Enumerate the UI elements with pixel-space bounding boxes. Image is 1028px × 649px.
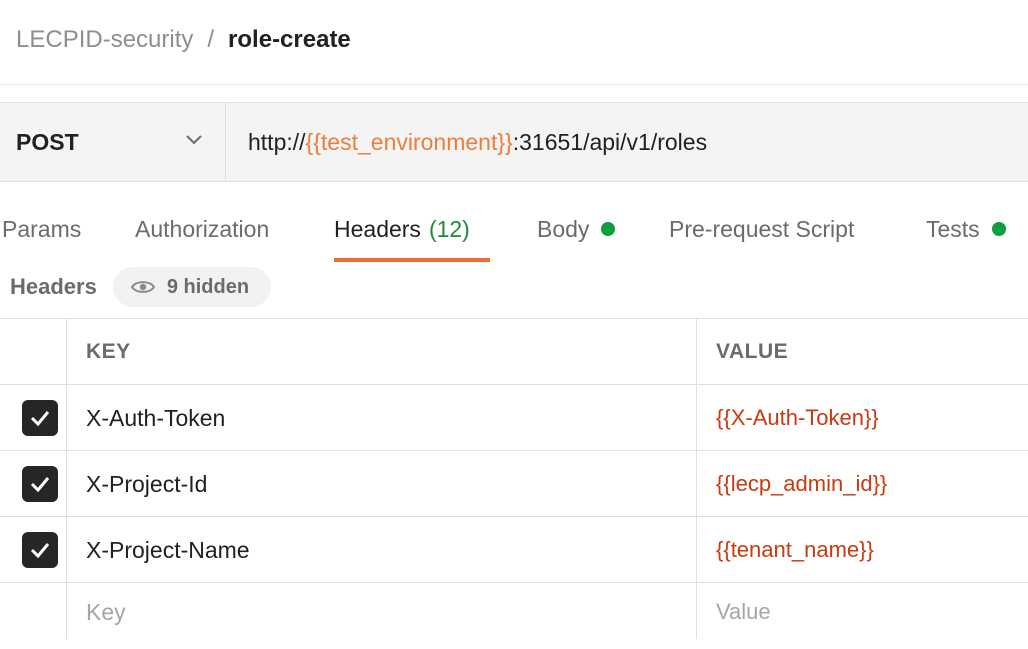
column-header-value: VALUE bbox=[716, 340, 789, 363]
header-divider bbox=[0, 84, 1028, 85]
request-name[interactable]: role-create bbox=[228, 26, 351, 54]
tab-body[interactable]: Body bbox=[537, 196, 616, 262]
table-row: X-Project-Id {{lecp_admin_id}} bbox=[0, 451, 1028, 517]
hidden-headers-toggle[interactable]: 9 hidden bbox=[112, 267, 272, 307]
row-checkbox[interactable] bbox=[22, 466, 58, 502]
url-variable: {{test_environment}} bbox=[305, 128, 513, 155]
request-bar: POST http://{{test_environment}}:31651/a… bbox=[0, 102, 1028, 182]
tab-label: Tests bbox=[926, 215, 980, 242]
active-tab-indicator bbox=[334, 258, 490, 262]
url-input[interactable]: http://{{test_environment}}:31651/api/v1… bbox=[248, 103, 707, 181]
header-value[interactable]: {{lecp_admin_id}} bbox=[716, 451, 887, 517]
tab-params[interactable]: Params bbox=[2, 196, 81, 262]
table-row: X-Project-Name {{tenant_name}} bbox=[0, 517, 1028, 583]
headers-table: KEY VALUE X-Auth-Token {{X-Auth-Token}} … bbox=[0, 318, 1028, 639]
tab-label: Authorization bbox=[135, 215, 270, 242]
url-suffix: :31651/api/v1/roles bbox=[512, 128, 708, 155]
tab-label: Params bbox=[2, 215, 82, 242]
chevron-down-icon bbox=[186, 135, 202, 145]
row-checkbox[interactable] bbox=[22, 532, 58, 568]
new-value-input[interactable]: Value bbox=[716, 579, 771, 645]
tab-authorization[interactable]: Authorization bbox=[135, 196, 269, 262]
header-value[interactable]: {{tenant_name}} bbox=[716, 517, 874, 583]
header-key[interactable]: X-Auth-Token bbox=[86, 385, 225, 451]
url-prefix: http:// bbox=[248, 128, 306, 155]
check-icon bbox=[30, 477, 50, 493]
header-key[interactable]: X-Project-Id bbox=[86, 451, 207, 517]
tab-label: Pre-request Script bbox=[669, 215, 855, 242]
header-key[interactable]: X-Project-Name bbox=[86, 517, 250, 583]
request-tabs: Params Authorization Headers (12) Body Pr… bbox=[0, 196, 1028, 262]
tab-tests[interactable]: Tests bbox=[926, 196, 1006, 262]
headers-toolbar: Headers 9 hidden bbox=[10, 266, 272, 308]
breadcrumb-separator: / bbox=[207, 26, 215, 53]
eye-icon bbox=[130, 281, 155, 293]
new-key-input[interactable]: Key bbox=[86, 579, 126, 645]
row-checkbox[interactable] bbox=[22, 400, 58, 436]
tab-label: Body bbox=[537, 215, 590, 242]
status-dot bbox=[601, 222, 616, 236]
breadcrumb: LECPID-security / role-create bbox=[16, 0, 351, 80]
check-icon bbox=[30, 411, 50, 427]
breadcrumb-collection[interactable]: LECPID-security bbox=[16, 26, 193, 54]
method-select[interactable]: POST bbox=[0, 103, 226, 181]
table-header-row: KEY VALUE bbox=[0, 319, 1028, 385]
tab-pre-request-script[interactable]: Pre-request Script bbox=[669, 196, 854, 262]
tab-label: Headers bbox=[334, 215, 421, 242]
tab-headers[interactable]: Headers (12) bbox=[334, 196, 470, 262]
headers-count: (12) bbox=[428, 215, 470, 242]
check-icon bbox=[30, 543, 50, 559]
headers-section-title: Headers bbox=[10, 274, 97, 299]
header-value[interactable]: {{X-Auth-Token}} bbox=[716, 385, 879, 451]
hidden-count: 9 hidden bbox=[166, 275, 250, 298]
method-label: POST bbox=[16, 128, 79, 155]
column-header-key: KEY bbox=[86, 340, 131, 363]
new-header-row: Key Value bbox=[0, 583, 1028, 649]
table-row: X-Auth-Token {{X-Auth-Token}} bbox=[0, 385, 1028, 451]
status-dot bbox=[991, 222, 1006, 236]
